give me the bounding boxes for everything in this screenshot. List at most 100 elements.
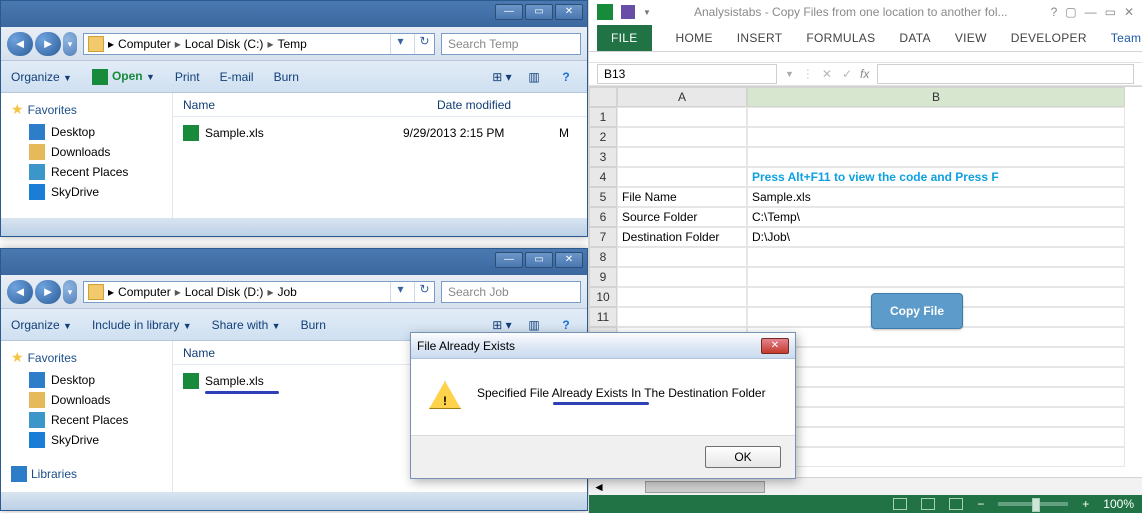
fx-label[interactable]: fx xyxy=(860,67,869,81)
minimize-button[interactable]: — xyxy=(1085,5,1097,19)
history-dropdown[interactable]: ▾ xyxy=(63,280,77,304)
cell[interactable] xyxy=(747,247,1125,267)
cell[interactable] xyxy=(747,367,1125,387)
row-header[interactable]: 6 xyxy=(589,207,617,227)
address-bar[interactable]: ▸ Computer ▸ Local Disk (D:) ▸ Job ▾ ↻ xyxy=(83,281,435,303)
address-dropdown[interactable]: ▾ xyxy=(390,34,410,54)
maximize-button[interactable]: ▭ xyxy=(525,4,553,20)
formula-bar[interactable] xyxy=(877,64,1134,84)
row-header[interactable]: 5 xyxy=(589,187,617,207)
breadcrumb-segment[interactable]: Job xyxy=(277,285,296,299)
cell[interactable] xyxy=(747,447,1125,467)
close-button[interactable]: ✕ xyxy=(761,338,789,354)
cell[interactable]: Press Alt+F11 to view the code and Press… xyxy=(747,167,1125,187)
burn-button[interactable]: Burn xyxy=(274,70,299,84)
tab-insert[interactable]: INSERT xyxy=(737,31,783,45)
cell[interactable] xyxy=(747,407,1125,427)
zoom-out-button[interactable]: − xyxy=(977,497,984,511)
cell[interactable] xyxy=(747,267,1125,287)
minimize-button[interactable]: — xyxy=(495,4,523,20)
forward-button[interactable]: ► xyxy=(35,32,61,56)
tab-file[interactable]: FILE xyxy=(597,25,652,51)
back-button[interactable]: ◄ xyxy=(7,280,33,304)
breadcrumb-segment[interactable]: Computer xyxy=(118,285,171,299)
favorites-item-recent[interactable]: Recent Places xyxy=(29,162,168,182)
cell[interactable] xyxy=(617,127,747,147)
breadcrumb-segment[interactable]: Local Disk (C:) xyxy=(185,37,264,51)
share-button[interactable]: Share with ▼ xyxy=(212,318,281,332)
cell[interactable]: Source Folder xyxy=(617,207,747,227)
breadcrumb-segment[interactable]: Local Disk (D:) xyxy=(185,285,264,299)
organize-button[interactable]: Organize ▼ xyxy=(11,70,72,84)
row-header[interactable]: 7 xyxy=(589,227,617,247)
open-button[interactable]: Open ▼ xyxy=(92,69,155,85)
row-header[interactable]: 1 xyxy=(589,107,617,127)
titlebar[interactable]: — ▭ ✕ xyxy=(1,1,587,27)
favorites-item-downloads[interactable]: Downloads xyxy=(29,390,168,410)
cell[interactable] xyxy=(747,147,1125,167)
cell[interactable] xyxy=(747,127,1125,147)
search-input[interactable]: Search Temp xyxy=(441,33,581,55)
ok-button[interactable]: OK xyxy=(705,446,781,468)
libraries-header[interactable]: Libraries xyxy=(11,466,168,482)
favorites-item-skydrive[interactable]: SkyDrive xyxy=(29,430,168,450)
tab-home[interactable]: HOME xyxy=(676,31,713,45)
help-button[interactable]: ? xyxy=(555,66,577,88)
address-dropdown[interactable]: ▾ xyxy=(390,282,410,302)
cell[interactable] xyxy=(617,107,747,127)
row-header[interactable]: 10 xyxy=(589,287,617,307)
titlebar[interactable]: — ▭ ✕ xyxy=(1,249,587,275)
cell[interactable] xyxy=(747,387,1125,407)
maximize-button[interactable]: ▭ xyxy=(525,252,553,268)
search-input[interactable]: Search Job xyxy=(441,281,581,303)
ribbon-options-button[interactable]: ▢ xyxy=(1065,5,1076,19)
close-button[interactable]: ✕ xyxy=(1124,5,1134,19)
breadcrumb-segment[interactable]: Computer xyxy=(118,37,171,51)
cell[interactable]: Sample.xls xyxy=(747,187,1125,207)
copy-file-button[interactable]: Copy File xyxy=(871,293,963,329)
cell[interactable] xyxy=(617,287,747,307)
help-icon[interactable]: ? xyxy=(1051,5,1058,19)
close-button[interactable]: ✕ xyxy=(555,252,583,268)
maximize-button[interactable]: ▭ xyxy=(1105,5,1116,19)
preview-pane-button[interactable]: ▥ xyxy=(523,66,545,88)
name-box[interactable]: B13 xyxy=(597,64,777,84)
cell[interactable] xyxy=(617,267,747,287)
favorites-item-recent[interactable]: Recent Places xyxy=(29,410,168,430)
tab-developer[interactable]: DEVELOPER xyxy=(1011,31,1087,45)
forward-button[interactable]: ► xyxy=(35,280,61,304)
excel-logo-icon[interactable] xyxy=(597,4,613,20)
cell[interactable] xyxy=(617,147,747,167)
back-button[interactable]: ◄ xyxy=(7,32,33,56)
tab-data[interactable]: DATA xyxy=(899,31,930,45)
print-button[interactable]: Print xyxy=(175,70,200,84)
favorites-item-desktop[interactable]: Desktop xyxy=(29,370,168,390)
tab-formulas[interactable]: FORMULAS xyxy=(806,31,875,45)
row-header[interactable]: 3 xyxy=(589,147,617,167)
cell[interactable] xyxy=(617,247,747,267)
horizontal-scrollbar[interactable]: ◄ xyxy=(589,477,1142,495)
favorites-item-skydrive[interactable]: SkyDrive xyxy=(29,182,168,202)
view-options-button[interactable]: ⊞ ▾ xyxy=(491,66,513,88)
row-header[interactable]: 11 xyxy=(589,307,617,327)
breadcrumb-segment[interactable]: Temp xyxy=(277,37,306,51)
page-break-view-icon[interactable] xyxy=(949,498,963,510)
zoom-level[interactable]: 100% xyxy=(1103,497,1134,511)
cell[interactable]: Destination Folder xyxy=(617,227,747,247)
tab-view[interactable]: VIEW xyxy=(955,31,987,45)
favorites-header[interactable]: ★ Favorites xyxy=(11,101,168,118)
refresh-button[interactable]: ↻ xyxy=(414,34,434,54)
column-date[interactable]: Date modified xyxy=(437,98,587,112)
favorites-item-desktop[interactable]: Desktop xyxy=(29,122,168,142)
cell[interactable] xyxy=(617,167,747,187)
include-button[interactable]: Include in library ▼ xyxy=(92,318,192,332)
zoom-in-button[interactable]: + xyxy=(1082,497,1089,511)
row-header[interactable]: 8 xyxy=(589,247,617,267)
cell[interactable] xyxy=(747,347,1125,367)
cell[interactable] xyxy=(747,107,1125,127)
column-header[interactable]: B xyxy=(747,87,1125,107)
scrollbar-thumb[interactable] xyxy=(645,481,765,493)
save-icon[interactable] xyxy=(621,5,635,19)
cell[interactable]: File Name xyxy=(617,187,747,207)
qat-dropdown[interactable]: ▼ xyxy=(643,8,651,17)
